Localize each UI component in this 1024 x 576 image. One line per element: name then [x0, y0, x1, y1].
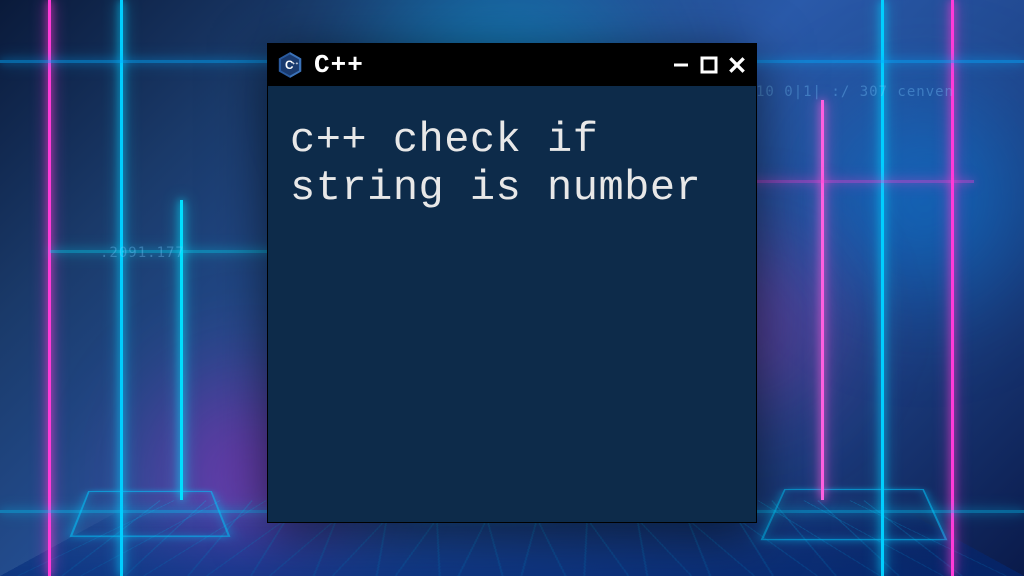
bg-decor-text-1: 10 0|1| :/ 307 cenven [756, 84, 954, 100]
window-controls [670, 54, 748, 76]
window-title: C++ [314, 50, 660, 80]
terminal-window: C + + C++ c++ check if string is number [267, 43, 757, 523]
cpp-logo-icon: C + + [276, 51, 304, 79]
svg-text:+: + [292, 61, 295, 66]
maximize-button[interactable] [698, 54, 720, 76]
svg-text:+: + [296, 61, 299, 66]
minimize-button[interactable] [670, 54, 692, 76]
close-button[interactable] [726, 54, 748, 76]
bg-decor-text-2: .2091.177 [100, 245, 185, 261]
terminal-content: c++ check if string is number [268, 86, 756, 243]
titlebar[interactable]: C + + C++ [268, 44, 756, 86]
